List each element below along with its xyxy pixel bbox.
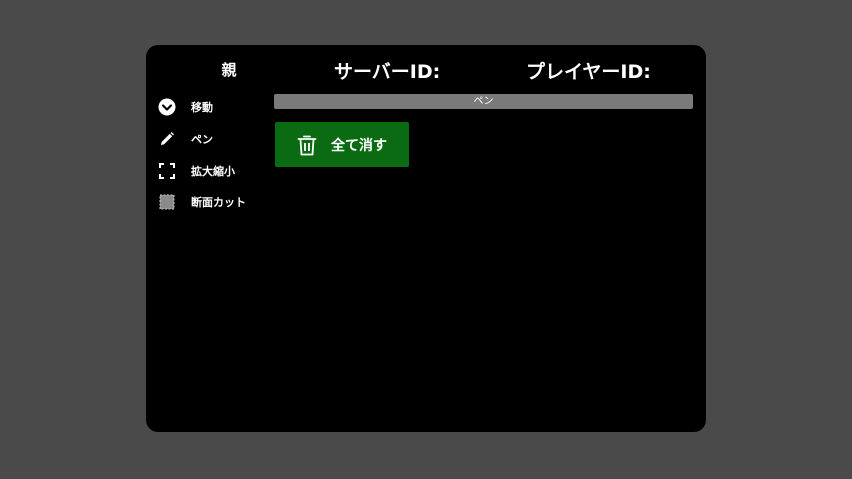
move-chevron-icon	[158, 98, 176, 116]
server-id-label: サーバーID:	[334, 61, 441, 83]
tool-move-label: 移動	[191, 101, 213, 114]
tool-section-cut[interactable]: 断面カット	[158, 191, 246, 213]
tool-zoom[interactable]: 拡大縮小	[158, 160, 235, 182]
role-label: 親	[221, 61, 237, 79]
pencil-icon	[158, 130, 176, 148]
current-mode-bar: ペン	[274, 94, 693, 109]
zoom-expand-icon	[158, 162, 176, 180]
trash-icon	[297, 134, 317, 156]
clear-all-button[interactable]: 全て消す	[275, 122, 409, 167]
player-id-label: プレイヤーID:	[526, 61, 651, 83]
tool-section-cut-label: 断面カット	[191, 196, 246, 209]
tool-move[interactable]: 移動	[158, 96, 213, 118]
clear-all-label: 全て消す	[331, 137, 387, 154]
tool-pen-label: ペン	[191, 133, 213, 146]
main-panel: 親 サーバーID: プレイヤーID: 移動 ペン 拡大縮小 断面カット ペン 全…	[146, 45, 706, 432]
tool-pen[interactable]: ペン	[158, 128, 213, 150]
tool-zoom-label: 拡大縮小	[191, 165, 235, 178]
section-cut-icon	[158, 193, 176, 211]
